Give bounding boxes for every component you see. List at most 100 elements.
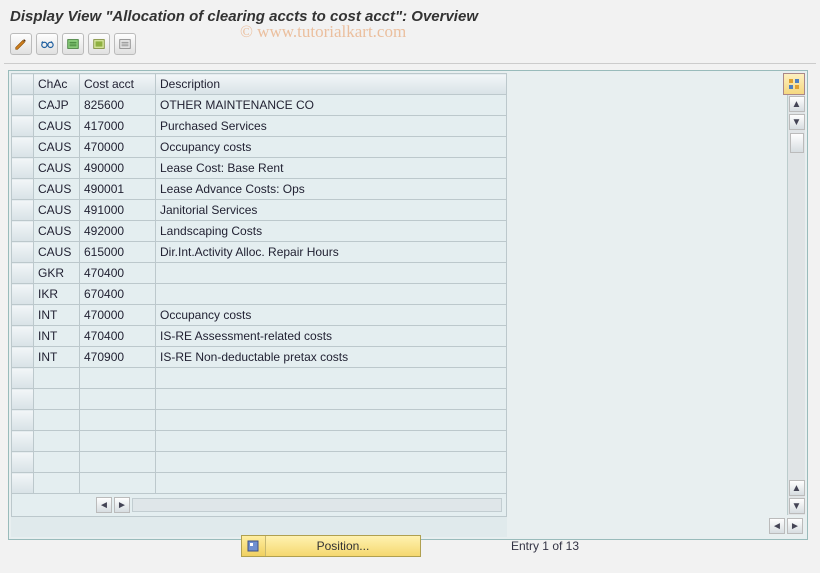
table-row[interactable]: CAJP825600OTHER MAINTENANCE CO: [12, 95, 507, 116]
horizontal-scrollbar-right: ◄ ►: [745, 515, 805, 537]
cell-chac: CAUS: [34, 137, 80, 158]
table-row[interactable]: CAUS490000Lease Cost: Base Rent: [12, 158, 507, 179]
table-row[interactable]: GKR470400: [12, 263, 507, 284]
cell-description: [156, 368, 507, 389]
cell-chac: CAJP: [34, 95, 80, 116]
row-selector[interactable]: [12, 431, 34, 452]
cell-cost-acct: [80, 431, 156, 452]
row-selector[interactable]: [12, 200, 34, 221]
cell-chac: INT: [34, 347, 80, 368]
scroll-left2-icon[interactable]: ◄: [769, 518, 785, 534]
table-row[interactable]: IKR670400: [12, 284, 507, 305]
table-row[interactable]: CAUS490001Lease Advance Costs: Ops: [12, 179, 507, 200]
cell-cost-acct: 490000: [80, 158, 156, 179]
page-title: Display View "Allocation of clearing acc…: [0, 0, 820, 29]
cell-cost-acct: 490001: [80, 179, 156, 200]
row-selector[interactable]: [12, 326, 34, 347]
row-selector[interactable]: [12, 452, 34, 473]
cell-chac: [34, 389, 80, 410]
row-selector[interactable]: [12, 368, 34, 389]
hscroll-track[interactable]: [132, 498, 502, 512]
cell-chac: CAUS: [34, 179, 80, 200]
scroll-down-icon[interactable]: ▼: [789, 114, 805, 130]
table-row[interactable]: [12, 452, 507, 473]
cell-description: Dir.Int.Activity Alloc. Repair Hours: [156, 242, 507, 263]
cell-cost-acct: 470400: [80, 326, 156, 347]
row-selector[interactable]: [12, 137, 34, 158]
table-row[interactable]: INT470400IS-RE Assessment-related costs: [12, 326, 507, 347]
table-row[interactable]: [12, 389, 507, 410]
vertical-scrollbar[interactable]: ▲ ▼ ▲ ▼: [787, 95, 805, 515]
cell-chac: INT: [34, 305, 80, 326]
application-toolbar: [0, 29, 820, 63]
position-button[interactable]: Position...: [241, 535, 421, 557]
scroll-right2-icon[interactable]: ►: [787, 518, 803, 534]
table-row[interactable]: CAUS492000Landscaping Costs: [12, 221, 507, 242]
table-header-row: ChAc Cost acct Description: [12, 74, 507, 95]
row-selector[interactable]: [12, 242, 34, 263]
row-selector[interactable]: [12, 389, 34, 410]
cell-cost-acct: 492000: [80, 221, 156, 242]
cell-description: [156, 431, 507, 452]
scroll-right-icon[interactable]: ►: [114, 497, 130, 513]
cell-cost-acct: [80, 389, 156, 410]
cell-description: Occupancy costs: [156, 137, 507, 158]
cell-cost-acct: [80, 410, 156, 431]
col-header-selector[interactable]: [12, 74, 34, 95]
table-row[interactable]: [12, 473, 507, 494]
cell-cost-acct: 417000: [80, 116, 156, 137]
col-header-chac[interactable]: ChAc: [34, 74, 80, 95]
cell-description: Janitorial Services: [156, 200, 507, 221]
row-selector[interactable]: [12, 347, 34, 368]
cell-description: Purchased Services: [156, 116, 507, 137]
col-header-cost-acct[interactable]: Cost acct: [80, 74, 156, 95]
delimit-button[interactable]: [62, 33, 84, 55]
cell-chac: CAUS: [34, 221, 80, 242]
col-header-description[interactable]: Description: [156, 74, 507, 95]
table-row[interactable]: INT470900IS-RE Non-deductable pretax cos…: [12, 347, 507, 368]
table-row[interactable]: CAUS470000Occupancy costs: [12, 137, 507, 158]
table-row[interactable]: CAUS491000Janitorial Services: [12, 200, 507, 221]
row-selector[interactable]: [12, 410, 34, 431]
deselect-all-button[interactable]: [114, 33, 136, 55]
select-all-button[interactable]: [88, 33, 110, 55]
table-row[interactable]: INT470000Occupancy costs: [12, 305, 507, 326]
row-selector[interactable]: [12, 95, 34, 116]
cell-cost-acct: 470900: [80, 347, 156, 368]
row-selector[interactable]: [12, 158, 34, 179]
scroll-left-icon[interactable]: ◄: [96, 497, 112, 513]
cell-description: Occupancy costs: [156, 305, 507, 326]
row-selector[interactable]: [12, 305, 34, 326]
cell-chac: CAUS: [34, 200, 80, 221]
vscroll-thumb[interactable]: [790, 133, 804, 153]
table-row[interactable]: CAUS615000Dir.Int.Activity Alloc. Repair…: [12, 242, 507, 263]
table-row[interactable]: [12, 368, 507, 389]
row-selector[interactable]: [12, 116, 34, 137]
cell-chac: GKR: [34, 263, 80, 284]
cell-cost-acct: 670400: [80, 284, 156, 305]
cell-cost-acct: [80, 368, 156, 389]
cell-description: OTHER MAINTENANCE CO: [156, 95, 507, 116]
cell-cost-acct: 491000: [80, 200, 156, 221]
table-row[interactable]: CAUS417000Purchased Services: [12, 116, 507, 137]
cell-description: IS-RE Non-deductable pretax costs: [156, 347, 507, 368]
row-selector[interactable]: [12, 263, 34, 284]
toggle-display-change-button[interactable]: [10, 33, 32, 55]
table-settings-button[interactable]: [783, 73, 805, 95]
cell-chac: IKR: [34, 284, 80, 305]
table-row[interactable]: [12, 410, 507, 431]
details-glasses-button[interactable]: [36, 33, 58, 55]
cell-chac: INT: [34, 326, 80, 347]
cell-description: IS-RE Assessment-related costs: [156, 326, 507, 347]
row-selector[interactable]: [12, 473, 34, 494]
scroll-down2-icon[interactable]: ▼: [789, 498, 805, 514]
row-selector[interactable]: [12, 221, 34, 242]
row-selector[interactable]: [12, 284, 34, 305]
scroll-up-icon[interactable]: ▲: [789, 96, 805, 112]
cell-cost-acct: [80, 473, 156, 494]
scroll-up2-icon[interactable]: ▲: [789, 480, 805, 496]
table-row[interactable]: [12, 431, 507, 452]
cell-chac: CAUS: [34, 158, 80, 179]
row-selector[interactable]: [12, 179, 34, 200]
data-grid: ChAc Cost acct Description CAJP825600OTH…: [11, 73, 507, 537]
